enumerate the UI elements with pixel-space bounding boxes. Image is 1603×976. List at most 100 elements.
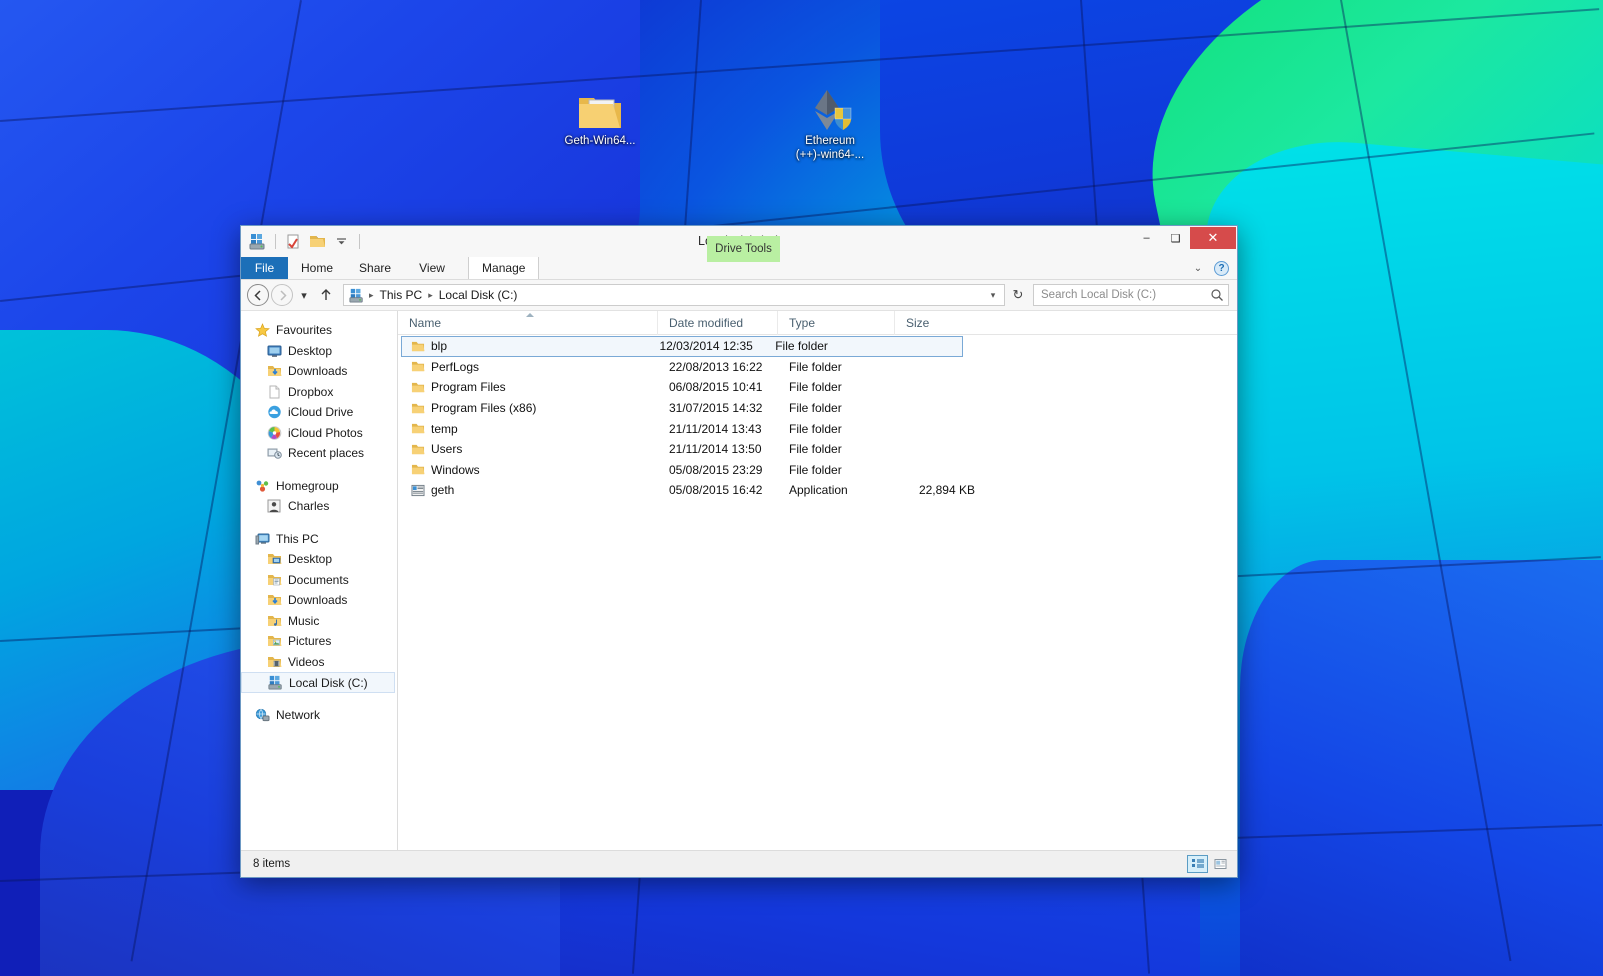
file-name-cell[interactable]: blp [402, 339, 648, 353]
file-type-cell: File folder [789, 421, 842, 436]
tab-view[interactable]: View [404, 257, 460, 279]
table-row[interactable]: geth 05/08/2015 16:42 Application 22,894… [401, 480, 1235, 501]
search-box[interactable]: Search Local Disk (C:) [1033, 284, 1229, 306]
table-row[interactable]: Program Files 06/08/2015 10:41 File fold… [401, 377, 1235, 398]
breadcrumb[interactable]: ▸ This PC ▸ Local Disk (C:) ▾ [343, 284, 1005, 306]
breadcrumb-item-local-disk[interactable]: Local Disk (C:) [436, 288, 521, 302]
breadcrumb-item-this-pc[interactable]: This PC [377, 288, 426, 302]
table-row[interactable]: temp 21/11/2014 13:43 File folder [401, 418, 1235, 439]
file-name-cell[interactable]: geth [402, 483, 658, 497]
recent-locations-caret-icon[interactable]: ▾ [295, 284, 313, 306]
sidebar-group-network[interactable]: Network [241, 705, 397, 726]
this-pc-icon [255, 531, 273, 547]
chevron-down-icon[interactable] [331, 231, 352, 252]
sidebar-item-label: Desktop [288, 552, 333, 567]
sidebar-item-music[interactable]: Music [241, 611, 397, 632]
sidebar-item-pictures[interactable]: Pictures [241, 631, 397, 652]
properties-icon[interactable] [283, 231, 304, 252]
desktop-icon-geth-win64[interactable]: Geth-Win64... [540, 82, 660, 148]
sidebar-item-label: iCloud Photos [288, 425, 363, 440]
breadcrumb-separator-icon[interactable]: ▸ [426, 290, 435, 301]
star-icon [255, 322, 273, 338]
large-icons-view-icon[interactable] [1210, 855, 1231, 873]
table-row[interactable]: Users 21/11/2014 13:50 File folder [401, 439, 1235, 460]
file-type-cell: File folder [775, 339, 828, 354]
refresh-button[interactable]: ↻ [1007, 284, 1029, 306]
local-disk-icon[interactable] [247, 231, 268, 252]
user-icon [267, 498, 285, 514]
sidebar-item-desktop[interactable]: Desktop [241, 549, 397, 570]
sidebar-group-this-pc[interactable]: This PC [241, 529, 397, 550]
file-rows[interactable]: blp 12/03/2014 12:35 File folder PerfLog… [398, 335, 1237, 850]
tab-share[interactable]: Share [346, 257, 404, 279]
sidebar-item-local-disk-c[interactable]: Local Disk (C:) [241, 672, 395, 693]
table-row[interactable]: Program Files (x86) 31/07/2015 14:32 Fil… [401, 398, 1235, 419]
up-button[interactable] [315, 284, 337, 306]
table-row[interactable]: Windows 05/08/2015 23:29 File folder [401, 460, 1235, 481]
column-header-size[interactable]: Size [894, 310, 982, 335]
search-input[interactable]: Search Local Disk (C:) [1041, 289, 1210, 301]
file-name-cell[interactable]: Program Files [402, 380, 658, 394]
new-folder-icon[interactable] [307, 231, 328, 252]
breadcrumb-separator-icon[interactable]: ▸ [367, 290, 376, 301]
column-header-date-modified[interactable]: Date modified [657, 310, 777, 335]
details-view-icon[interactable] [1187, 855, 1208, 873]
sidebar-item-icloud-drive[interactable]: iCloud Drive [241, 402, 397, 423]
sidebar-item-recent-places[interactable]: Recent places [241, 443, 397, 464]
table-row[interactable]: blp 12/03/2014 12:35 File folder [401, 336, 963, 357]
column-header-type[interactable]: Type [777, 310, 894, 335]
navigation-pane[interactable]: Favourites Desktop Downloads Dropbox iCl… [241, 311, 398, 850]
file-name-cell[interactable]: Windows [402, 463, 658, 477]
maximize-button[interactable]: ❑ [1161, 227, 1190, 249]
window-titlebar[interactable]: Local Disk (C:) – ❑ ✕ Drive Tools [241, 226, 1237, 262]
desktop-icon-ethereum-win64[interactable]: Ethereum (++)-win64-... [770, 82, 890, 162]
sidebar-item-videos[interactable]: Videos [241, 652, 397, 673]
sidebar-item-dropbox[interactable]: Dropbox [241, 382, 397, 403]
table-row[interactable]: PerfLogs 22/08/2013 16:22 File folder [401, 357, 1235, 378]
file-name-cell[interactable]: Users [402, 442, 658, 456]
sidebar-item-charles[interactable]: Charles [241, 496, 397, 517]
file-date-cell: 21/11/2014 13:43 [669, 421, 762, 436]
network-icon [255, 707, 273, 723]
local-disk-icon [268, 675, 286, 691]
status-bar: 8 items [241, 850, 1237, 877]
tab-file[interactable]: File [241, 257, 288, 279]
tab-home[interactable]: Home [288, 257, 346, 279]
quick-access-toolbar[interactable] [241, 226, 364, 257]
address-dropdown-icon[interactable]: ▾ [984, 290, 1002, 301]
sidebar-item-icloud-photos[interactable]: iCloud Photos [241, 423, 397, 444]
sidebar-item-downloads[interactable]: Downloads [241, 590, 397, 611]
sidebar-item-documents[interactable]: Documents [241, 570, 397, 591]
file-name-cell[interactable]: PerfLogs [402, 360, 658, 374]
search-icon[interactable] [1210, 288, 1224, 302]
nav-group-spacer [241, 517, 397, 529]
icloud-photos-icon [267, 425, 285, 441]
breadcrumb-items[interactable]: ▸ This PC ▸ Local Disk (C:) [367, 288, 984, 302]
sidebar-item-desktop-fav[interactable]: Desktop [241, 341, 397, 362]
downloads-folder-icon [267, 592, 285, 608]
expand-ribbon-icon[interactable]: ⌄ [1188, 263, 1208, 274]
column-header-name[interactable]: Name [398, 311, 657, 335]
window-controls[interactable]: – ❑ ✕ [1132, 226, 1237, 257]
column-headers[interactable]: Name Date modified Type Size [398, 310, 1237, 335]
file-type-cell: File folder [789, 442, 842, 457]
ribbon-right-controls[interactable]: ⌄ ? [1188, 257, 1237, 279]
back-button[interactable] [247, 284, 269, 306]
tab-manage[interactable]: Manage [468, 257, 540, 279]
forward-button[interactable] [271, 284, 293, 306]
help-icon[interactable]: ? [1214, 260, 1229, 276]
file-explorer-window[interactable]: Local Disk (C:) – ❑ ✕ Drive Tools File H… [240, 225, 1238, 878]
sidebar-item-label: iCloud Drive [288, 405, 354, 420]
desktop[interactable]: Geth-Win64... Ethereum (++)-win64-... – … [0, 0, 1603, 976]
sidebar-item-downloads-fav[interactable]: Downloads [241, 361, 397, 382]
minimize-button[interactable]: – [1132, 227, 1161, 249]
file-name-cell[interactable]: Program Files (x86) [402, 401, 658, 415]
close-button[interactable]: ✕ [1190, 227, 1236, 249]
pictures-folder-icon [267, 633, 285, 649]
file-list-view[interactable]: Name Date modified Type Size blp 12/03/2… [398, 310, 1237, 850]
file-name-cell[interactable]: temp [402, 422, 658, 436]
sidebar-group-homegroup[interactable]: Homegroup [241, 476, 397, 497]
view-toggle-buttons[interactable] [1187, 855, 1231, 873]
sidebar-group-favourites[interactable]: Favourites [241, 320, 397, 341]
address-bar-row[interactable]: ▾ ▸ This PC ▸ Local Disk (C:) ▾ ↻ Search… [241, 280, 1237, 310]
